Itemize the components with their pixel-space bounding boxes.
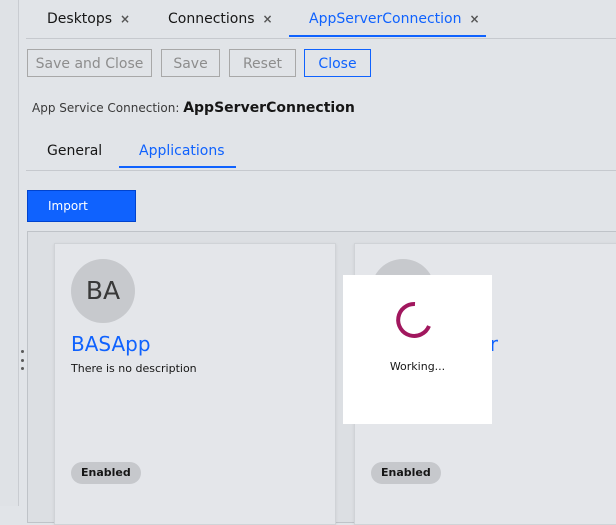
spinner-icon xyxy=(396,301,431,338)
sub-tab-bar: General Applications xyxy=(26,136,616,171)
app-card-basapp[interactable]: BA BASApp There is no description Enable… xyxy=(54,243,336,525)
tab-connections[interactable]: Connections × xyxy=(168,0,273,38)
status-badge: Enabled xyxy=(71,462,141,484)
page-title: App Service Connection: AppServerConnect… xyxy=(32,100,355,116)
top-tab-bar: Desktops × Connections × AppServerConnecti… xyxy=(26,0,616,39)
page-title-name: AppServerConnection xyxy=(183,100,355,116)
save-and-close-button[interactable]: Save and Close xyxy=(27,49,152,77)
tab-general[interactable]: General xyxy=(47,136,102,170)
tab-label: Desktops xyxy=(47,11,113,27)
app-description: There is no description xyxy=(71,362,197,375)
close-icon[interactable]: × xyxy=(120,12,130,26)
status-badge: Enabled xyxy=(371,462,441,484)
close-button[interactable]: Close xyxy=(304,49,371,77)
tab-label: Connections xyxy=(168,11,255,27)
loading-overlay: Working... xyxy=(343,275,492,424)
app-title[interactable]: BASApp xyxy=(71,332,151,356)
import-button[interactable]: Import xyxy=(27,190,136,222)
reset-button[interactable]: Reset xyxy=(229,49,296,77)
avatar: BA xyxy=(71,259,135,323)
close-icon[interactable]: × xyxy=(469,12,479,26)
tab-appserverconnection[interactable]: AppServerConnection × xyxy=(289,0,486,37)
loading-text: Working... xyxy=(389,360,446,373)
tab-desktops[interactable]: Desktops × xyxy=(47,0,130,38)
tab-label: AppServerConnection xyxy=(309,11,462,27)
left-rail xyxy=(0,0,19,506)
panel-splitter-handle[interactable] xyxy=(19,350,25,370)
close-icon[interactable]: × xyxy=(263,12,273,26)
save-button[interactable]: Save xyxy=(161,49,220,77)
tab-applications[interactable]: Applications xyxy=(119,136,236,168)
page-title-label: App Service Connection: xyxy=(32,101,180,115)
